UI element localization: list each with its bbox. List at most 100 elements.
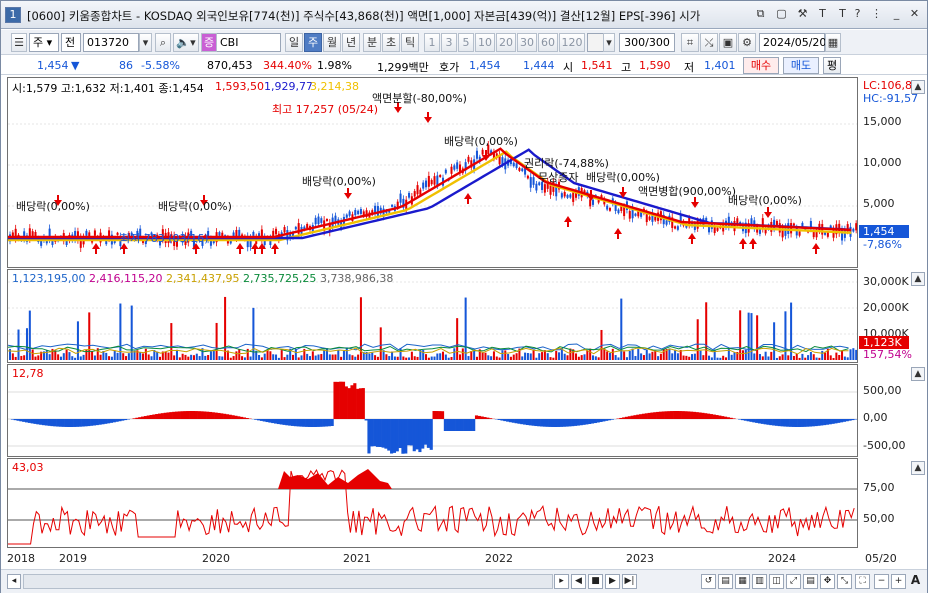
volume-bar [144,348,147,360]
oscillator-bar [537,419,541,427]
font-a-icon[interactable]: A [908,574,923,589]
pin-icon[interactable]: ⋮ [869,7,884,22]
interval-120[interactable]: 120 [559,33,585,52]
minimize-icon[interactable]: _ [889,7,904,22]
indicator-icon[interactable]: ⌗ [681,33,699,52]
eval-button[interactable]: 평 [823,57,841,74]
oscillator-bar [797,419,801,427]
price-pane[interactable]: 시:1,579 고:1,632 저:1,401 종:1,454 1,593,50… [7,77,858,268]
oscillator-pane[interactable]: 12,78 [7,364,858,457]
compare-icon[interactable]: ⤯ [700,33,718,52]
zoom-in-icon[interactable]: + [891,574,906,589]
tab-day[interactable]: 일 [285,33,303,52]
oscillator-bar [13,419,17,421]
sound-icon[interactable]: 🔈▾ [173,33,199,52]
tab-year[interactable]: 년 [342,33,360,52]
close-icon[interactable]: ✕ [907,7,922,22]
play-back-icon[interactable]: ◀ [571,574,586,589]
move-icon[interactable]: ✥ [820,574,835,589]
interval-1[interactable]: 1 [424,33,440,52]
settings-icon[interactable]: ⚙ [738,33,756,52]
candle [606,205,609,210]
candle [422,182,425,189]
oscillator-bar [73,419,77,427]
candle [676,226,679,230]
count-input[interactable]: 300/300 [619,33,675,52]
volume-bar [156,351,159,360]
scroll-up-icon[interactable]: ▲ [911,80,925,94]
volume-pane[interactable]: 1,123,195,00 2,416,115,20 2,341,437,95 2… [7,269,858,363]
table-icon[interactable]: ▤ [803,574,818,589]
play-icon[interactable]: ▶ [605,574,620,589]
candle [85,230,88,236]
prev-select[interactable]: 전 [61,33,81,52]
tool-icon[interactable]: ⚒ [795,7,810,22]
tab-second[interactable]: 초 [382,33,400,52]
pause-icon[interactable]: ■ [588,574,603,589]
oscillator-bar [565,419,569,427]
buy-button[interactable]: 매수 [743,57,779,74]
tab-minute[interactable]: 분 [363,33,381,52]
chart-type-icon[interactable]: ▤ [718,574,733,589]
oscillator-bar [545,419,549,427]
oscillator-bar [489,418,493,419]
menu-icon[interactable]: ☰ [11,33,27,52]
pane-collapse-icon[interactable]: ▲ [911,272,925,286]
volume-bar [447,357,450,360]
oscillator-bar [259,419,263,421]
date-input[interactable]: 2024/05/20 [759,33,826,52]
candle [826,232,829,237]
font-size-icon[interactable]: T [815,7,830,22]
interval-5[interactable]: 5 [458,33,474,52]
split-icon[interactable]: ◫ [769,574,784,589]
oscillator-bar [650,412,654,419]
period-select[interactable]: 주 ▾ [29,33,59,52]
code-dropdown-icon[interactable]: ▾ [139,33,152,52]
scroll-right-icon[interactable]: ▸ [554,574,569,589]
scroll-left-icon[interactable]: ◂ [7,574,21,589]
oscillator-bar [203,411,207,419]
zoom-out-icon[interactable]: − [874,574,889,589]
pane-collapse-icon[interactable]: ▲ [911,367,925,381]
interval-dropdown-icon[interactable]: ▾ [603,33,615,52]
pane-collapse-icon[interactable]: ▲ [911,461,925,475]
interval-20[interactable]: 20 [496,33,516,52]
layout-icon[interactable]: ▥ [752,574,767,589]
tab-tick[interactable]: 틱 [401,33,419,52]
horizontal-scrollbar[interactable] [23,574,553,589]
fullscreen-icon[interactable]: ⛶ [855,574,870,589]
font-icon[interactable]: T [835,7,850,22]
sell-button[interactable]: 매도 [783,57,819,74]
calendar-icon[interactable]: ▦ [825,33,841,52]
x-tick: 2018 [7,552,35,565]
code-input[interactable]: 013720 [83,33,139,52]
interval-30[interactable]: 30 [517,33,537,52]
tab-month[interactable]: 월 [323,33,341,52]
grid-icon[interactable]: ▦ [735,574,750,589]
rsi-pane[interactable]: 43,03 [7,458,858,548]
zoom-fit-icon[interactable]: ⤡ [837,574,852,589]
help-icon[interactable]: ? [850,7,865,22]
lock-icon[interactable]: ▢ [774,7,789,22]
y-tick: 75,00 [863,481,895,494]
link-icon[interactable]: ⧉ [753,7,768,22]
tab-week[interactable]: 주 [304,33,322,52]
save-icon[interactable]: ▣ [719,33,737,52]
oscillator-bar [610,419,614,420]
oscillator-bar [840,419,844,423]
volume-bar [294,349,297,360]
volume-bar [175,349,178,360]
candle [425,180,428,188]
interval-10[interactable]: 10 [475,33,495,52]
volume-bar [589,348,592,360]
oscillator-bar [206,411,210,419]
end-icon[interactable]: ▶| [622,574,637,589]
expand-icon[interactable]: ⤢ [786,574,801,589]
oscillator-bar [661,411,665,419]
search-icon[interactable]: ⌕ [155,33,171,52]
reset-icon[interactable]: ↺ [701,574,716,589]
interval-3[interactable]: 3 [441,33,457,52]
oscillator-value: 12,78 [12,367,44,380]
volume-bar [770,351,773,360]
interval-60[interactable]: 60 [538,33,558,52]
